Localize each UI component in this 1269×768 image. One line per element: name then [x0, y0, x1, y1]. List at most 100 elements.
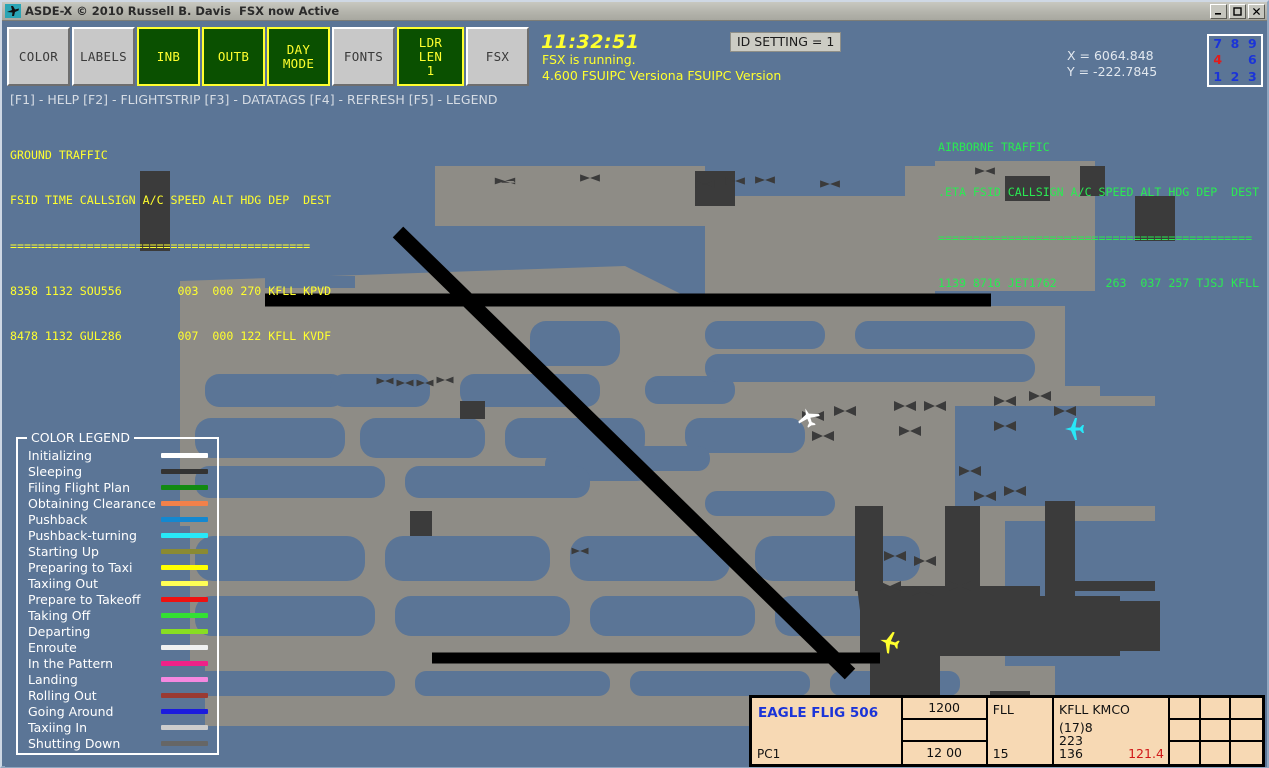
flight-strip[interactable]: EAGLE FLIG 506 PC1 1200 12 00 FLL 15 KFL… — [749, 695, 1265, 767]
airborne-traffic-title: AIRBORNE TRAFFIC — [938, 140, 1050, 155]
strip-blank-box — [1169, 698, 1199, 720]
toolbar: COLOR LABELS INB OUTB DAY MODE FONTS LDR… — [7, 27, 529, 86]
strip-callsign-cell[interactable]: EAGLE FLIG 506 PC1 — [752, 698, 903, 764]
legend-item: Initializing — [18, 447, 217, 463]
labels-button[interactable]: LABELS — [72, 27, 135, 86]
coordinate-y: Y = -222.7845 — [1067, 64, 1158, 79]
ground-traffic-title: GROUND TRAFFIC — [10, 148, 108, 163]
function-key-hints: [F1] - HELP [F2] - FLIGHTSTRIP [F3] - DA… — [10, 92, 498, 107]
legend-color-swatch — [161, 580, 208, 586]
legend-item-label: Starting Up — [28, 543, 99, 559]
legend-item: Starting Up — [18, 543, 217, 559]
legend-item: Departing — [18, 623, 217, 639]
color-button[interactable]: COLOR — [7, 27, 70, 86]
strip-blank-box — [1231, 742, 1262, 764]
fsx-button[interactable]: FSX — [466, 27, 529, 86]
keypad-key-1[interactable]: 1 — [1213, 70, 1222, 84]
id-setting-badge[interactable]: ID SETTING = 1 — [730, 32, 842, 52]
legend-item-label: Filing Flight Plan — [28, 479, 130, 495]
strip-callsign: EAGLE FLIG 506 — [758, 705, 879, 721]
keypad-key-6[interactable]: 6 — [1248, 54, 1257, 67]
outbound-button[interactable]: OUTB — [202, 27, 265, 86]
window-controls — [1210, 4, 1265, 19]
strip-blank-box — [1231, 720, 1263, 742]
strip-fix-cell[interactable]: FLL 15 — [988, 698, 1055, 764]
legend-item: Going Around — [18, 703, 217, 719]
legend-item: Taxiing Out — [18, 575, 217, 591]
legend-item: Obtaining Clearance — [18, 495, 217, 511]
legend-item: Landing — [18, 671, 217, 687]
strip-route: KFLL KMCO — [1059, 702, 1130, 717]
legend-item: Shutting Down — [18, 735, 217, 751]
legend-item-label: In the Pattern — [28, 655, 114, 671]
fsx-status-text: FSX is running. 4.600 FSUIPC Versiona FS… — [542, 52, 781, 83]
simulation-clock: 11:32:51 — [541, 31, 640, 53]
legend-item: Enroute — [18, 639, 217, 655]
legend-color-swatch — [161, 484, 208, 490]
legend-item-label: Taking Off — [28, 607, 91, 623]
legend-item: Pushback-turning — [18, 527, 217, 543]
ground-traffic-header: FSID TIME CALLSIGN A/C SPEED ALT HDG DEP… — [10, 193, 332, 208]
legend-item-label: Landing — [28, 671, 78, 687]
legend-item: Preparing to Taxi — [18, 559, 217, 575]
table-row[interactable]: 8478 1132 GUL286 007 000 122 KFLL KVDF — [10, 329, 331, 344]
legend-item-label: Enroute — [28, 639, 77, 655]
legend-item-label: Preparing to Taxi — [28, 559, 133, 575]
strip-blank-box — [1170, 742, 1199, 764]
keypad-key-9[interactable]: 9 — [1248, 37, 1257, 51]
numeric-keypad[interactable]: 7 8 9 4 6 1 2 3 — [1207, 34, 1263, 87]
legend-color-swatch — [161, 628, 208, 634]
fonts-button[interactable]: FONTS — [332, 27, 395, 86]
legend-item: In the Pattern — [18, 655, 217, 671]
color-legend-panel: COLOR LEGEND Initializing Sleeping Filing … — [16, 430, 219, 755]
legend-color-swatch — [161, 724, 208, 730]
asdex-window: ASDE-X © 2010 Russell B. Davis FSX now A… — [0, 0, 1269, 768]
legend-color-swatch — [161, 564, 208, 570]
legend-item-label: Rolling Out — [28, 687, 97, 703]
strip-frequency: 121.4 — [1128, 746, 1164, 761]
strip-blank-box — [1200, 720, 1230, 742]
keypad-key-7[interactable]: 7 — [1213, 37, 1222, 51]
inbound-button[interactable]: INB — [137, 27, 200, 86]
legend-color-swatch — [161, 612, 208, 618]
strip-squawk-assigned: 1200 — [902, 698, 986, 720]
close-button[interactable] — [1248, 4, 1265, 19]
keypad-key-4[interactable]: 4 — [1213, 54, 1222, 67]
strip-squawk-cell[interactable]: 1200 12 00 — [902, 698, 988, 764]
keypad-key-3[interactable]: 3 — [1248, 70, 1257, 84]
legend-item: Rolling Out — [18, 687, 217, 703]
day-mode-button[interactable]: DAY MODE — [267, 27, 330, 86]
airborne-traffic-header: .ETA FSID CALLSIGN A/C SPEED ALT HDG DEP… — [938, 185, 1260, 200]
legend-item-label: Initializing — [28, 447, 92, 463]
legend-color-swatch — [161, 660, 208, 666]
maximize-button[interactable] — [1229, 4, 1246, 19]
legend-item-label: Taxiing In — [28, 719, 88, 735]
legend-color-swatch — [161, 452, 208, 458]
minimize-button[interactable] — [1210, 4, 1227, 19]
strip-blank-cell-1[interactable] — [1169, 698, 1201, 764]
legend-color-swatch — [161, 708, 208, 714]
keypad-key-2[interactable]: 2 — [1231, 70, 1240, 84]
coordinate-x: X = 6064.848 — [1067, 48, 1154, 63]
table-row[interactable]: 1139 8716 JET1762 263 037 257 TJSJ KFLL — [938, 276, 1259, 291]
window-title: ASDE-X © 2010 Russell B. Davis FSX now A… — [25, 4, 340, 18]
keypad-key-8[interactable]: 8 — [1231, 37, 1240, 51]
legend-item-label: Going Around — [28, 703, 114, 719]
legend-list: Initializing Sleeping Filing Flight Plan Ob… — [18, 447, 217, 751]
leader-length-button[interactable]: LDR LEN 1 — [397, 27, 464, 86]
strip-blank-cell-3[interactable] — [1231, 698, 1263, 764]
legend-item-label: Pushback-turning — [28, 527, 137, 543]
legend-item-label: Obtaining Clearance — [28, 495, 156, 511]
table-row[interactable]: 8358 1132 SOU556 003 000 270 KFLL KPVD — [10, 284, 331, 299]
legend-item-label: Prepare to Takeoff — [28, 591, 141, 607]
ground-traffic-table: GROUND TRAFFIC FSID TIME CALLSIGN A/C SP… — [10, 118, 331, 374]
legend-color-swatch — [161, 548, 208, 554]
strip-route-cell[interactable]: KFLL KMCO (17)8 223 136 121.4 — [1054, 698, 1170, 764]
strip-fix-altitude: 15 — [992, 746, 1009, 761]
airborne-traffic-table: AIRBORNE TRAFFIC .ETA FSID CALLSIGN A/C … — [938, 110, 1259, 321]
legend-item-label: Sleeping — [28, 463, 83, 479]
strip-blank-cell-2[interactable] — [1200, 698, 1232, 764]
strip-squawk-middle — [902, 720, 986, 742]
legend-item: Prepare to Takeoff — [18, 591, 217, 607]
legend-item-label: Departing — [28, 623, 91, 639]
